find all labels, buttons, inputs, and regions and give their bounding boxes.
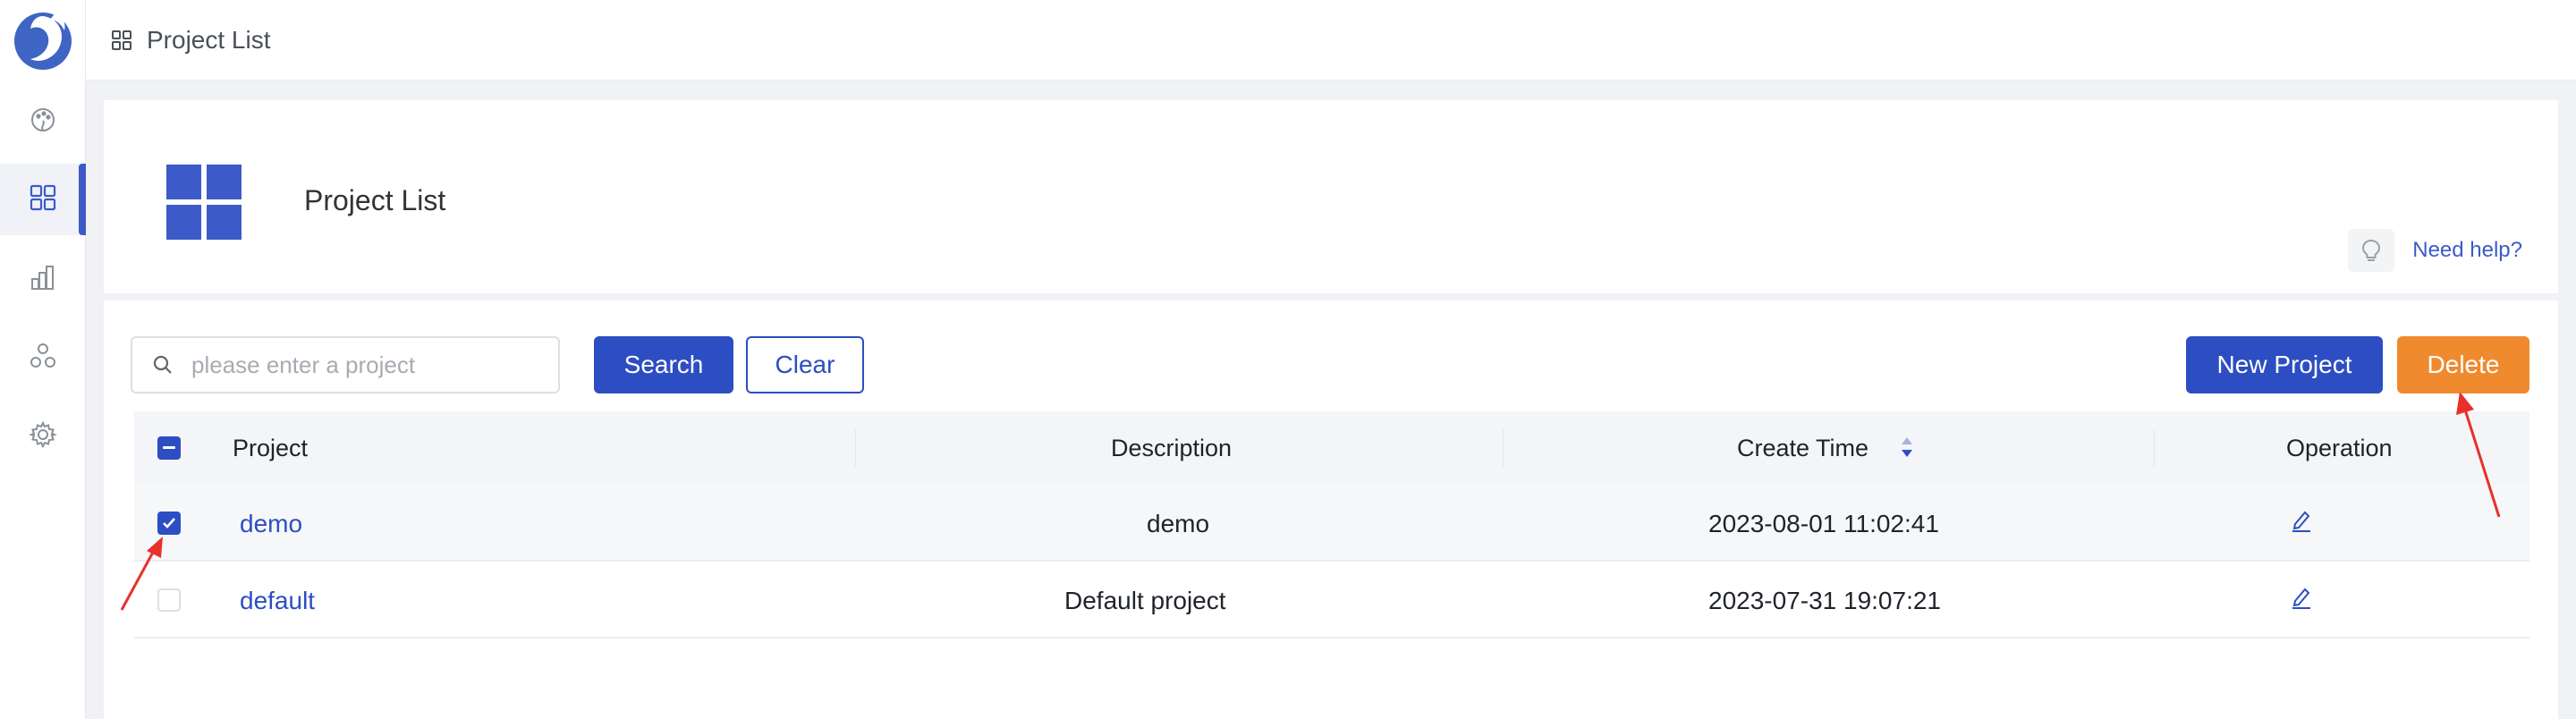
- clear-button[interactable]: Clear: [746, 336, 864, 393]
- column-header-project: Project: [233, 435, 309, 461]
- table-header: Project Description Create Time Operatio…: [134, 411, 2529, 485]
- column-header-operation: Operation: [2286, 435, 2393, 461]
- project-description: demo: [1147, 510, 1210, 537]
- column-divider: [855, 429, 856, 467]
- search-icon: [152, 354, 174, 376]
- sort-icon[interactable]: [1900, 435, 1914, 460]
- row-checkbox[interactable]: [157, 512, 181, 535]
- help-link-group[interactable]: Need help?: [2348, 229, 2522, 272]
- bar-chart-icon: [30, 264, 56, 295]
- project-name-link[interactable]: demo: [240, 510, 302, 538]
- grid-icon: [111, 30, 132, 51]
- select-all-checkbox[interactable]: [157, 436, 181, 460]
- delete-button[interactable]: Delete: [2397, 336, 2529, 393]
- app-logo[interactable]: [11, 4, 75, 75]
- column-divider: [1503, 429, 1504, 467]
- project-name-link[interactable]: default: [240, 587, 315, 615]
- project-create-time: 2023-08-01 11:02:41: [1708, 510, 1939, 537]
- grid-icon: [29, 183, 57, 216]
- annotation-arrow-icon: [2456, 392, 2501, 518]
- sidebar-item-dashboard[interactable]: [0, 86, 86, 157]
- search-field[interactable]: [131, 336, 560, 393]
- top-bar: Project List: [86, 0, 2576, 80]
- search-input[interactable]: [191, 351, 531, 379]
- project-table: Project Description Create Time Operatio…: [134, 411, 2529, 639]
- sidebar-item-settings[interactable]: [0, 401, 86, 472]
- gear-icon: [28, 420, 58, 453]
- page-title: Project List: [304, 184, 446, 216]
- project-list-icon: [166, 165, 242, 244]
- sidebar-item-resources[interactable]: [0, 322, 86, 393]
- sidebar: [0, 0, 86, 719]
- palette-icon: [30, 106, 56, 138]
- need-help-link[interactable]: Need help?: [2412, 238, 2522, 263]
- new-project-button[interactable]: New Project: [2186, 336, 2383, 393]
- project-description: Default project: [1064, 587, 1226, 614]
- lightbulb-icon: [2348, 229, 2395, 272]
- main-card: Project List Need help? Search Clear New…: [104, 100, 2558, 719]
- column-header-create-time[interactable]: Create Time: [1737, 435, 1868, 462]
- edit-icon[interactable]: [2290, 508, 2313, 533]
- sidebar-item-projects[interactable]: [0, 164, 86, 235]
- cluster-icon: [29, 342, 57, 375]
- column-divider: [2154, 429, 2155, 467]
- breadcrumb: Project List: [147, 25, 271, 54]
- annotation-arrow-icon: [120, 537, 163, 611]
- edit-icon[interactable]: [2290, 585, 2313, 610]
- sidebar-item-statistics[interactable]: [0, 243, 86, 315]
- page-header: Project List Need help?: [104, 100, 2558, 300]
- search-button[interactable]: Search: [594, 336, 733, 393]
- table-row[interactable]: default Default project 2023-07-31 19:07…: [134, 562, 2529, 639]
- table-row[interactable]: demo demo 2023-08-01 11:02:41: [134, 485, 2529, 562]
- project-create-time: 2023-07-31 19:07:21: [1708, 587, 1941, 614]
- column-header-description: Description: [1111, 435, 1233, 461]
